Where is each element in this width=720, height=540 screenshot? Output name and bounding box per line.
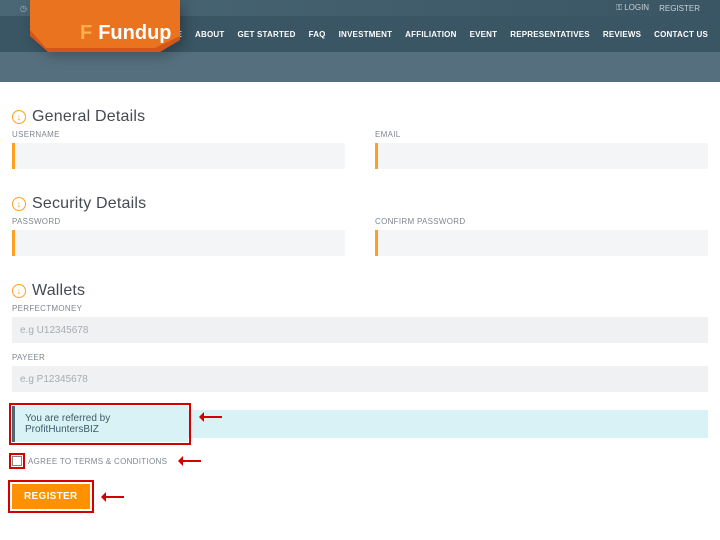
username-input[interactable] xyxy=(12,143,345,169)
login-link[interactable]: LOGIN xyxy=(616,3,649,13)
agree-checkbox[interactable] xyxy=(12,456,22,466)
nav-affiliation[interactable]: AFFILIATION xyxy=(405,30,456,39)
username-label: USERNAME xyxy=(12,130,345,139)
register-button[interactable]: REGISTER xyxy=(12,484,90,509)
section-security-title: Security Details xyxy=(32,195,146,213)
down-arrow-circle-icon: ↓ xyxy=(12,197,26,211)
logo-text: F Fundup xyxy=(80,22,172,45)
agree-label: AGREE TO TERMS & CONDITIONS xyxy=(28,457,167,466)
logo[interactable]: F Fundup xyxy=(30,0,180,63)
logo-name: Fundup xyxy=(98,22,171,45)
lock-icon xyxy=(616,3,624,12)
clock-icon xyxy=(20,4,30,13)
section-general-title: General Details xyxy=(32,108,145,126)
nav-faq[interactable]: FAQ xyxy=(309,30,326,39)
perfectmoney-label: PERFECTMONEY xyxy=(12,304,708,313)
section-wallets-heading: ↓ Wallets xyxy=(12,282,708,300)
annotation-arrow-icon xyxy=(96,492,124,502)
annotation-arrow-icon xyxy=(173,456,201,466)
confirm-password-label: CONFIRM PASSWORD xyxy=(375,217,708,226)
down-arrow-circle-icon: ↓ xyxy=(12,110,26,124)
login-label: LOGIN xyxy=(624,3,649,12)
top-auth-links: LOGIN REGISTER xyxy=(616,3,700,13)
perfectmoney-input[interactable]: e.g U12345678 xyxy=(12,317,708,343)
password-input[interactable] xyxy=(12,230,345,256)
down-arrow-circle-icon: ↓ xyxy=(12,284,26,298)
payeer-label: PAYEER xyxy=(12,353,708,362)
register-link[interactable]: REGISTER xyxy=(659,4,700,13)
nav-event[interactable]: EVENT xyxy=(470,30,498,39)
nav-representatives[interactable]: REPRESENTATIVES xyxy=(510,30,590,39)
confirm-password-input[interactable] xyxy=(375,230,708,256)
nav-investment[interactable]: INVESTMENT xyxy=(339,30,393,39)
nav-get-started[interactable]: GET STARTED xyxy=(238,30,296,39)
nav-contact[interactable]: CONTACT US xyxy=(654,30,708,39)
nav-about[interactable]: ABOUT xyxy=(195,30,224,39)
nav-reviews[interactable]: REVIEWS xyxy=(603,30,641,39)
logo-mark-icon: F xyxy=(80,22,92,45)
section-security-heading: ↓ Security Details xyxy=(12,195,708,213)
payeer-input[interactable]: e.g P12345678 xyxy=(12,366,708,392)
section-general-heading: ↓ General Details xyxy=(12,108,708,126)
referral-notice: You are referred by ProfitHuntersBIZ xyxy=(12,406,188,442)
password-label: PASSWORD xyxy=(12,217,345,226)
email-label: EMAIL xyxy=(375,130,708,139)
annotation-arrow-icon xyxy=(194,412,222,422)
section-wallets-title: Wallets xyxy=(32,282,85,300)
email-input[interactable] xyxy=(375,143,708,169)
